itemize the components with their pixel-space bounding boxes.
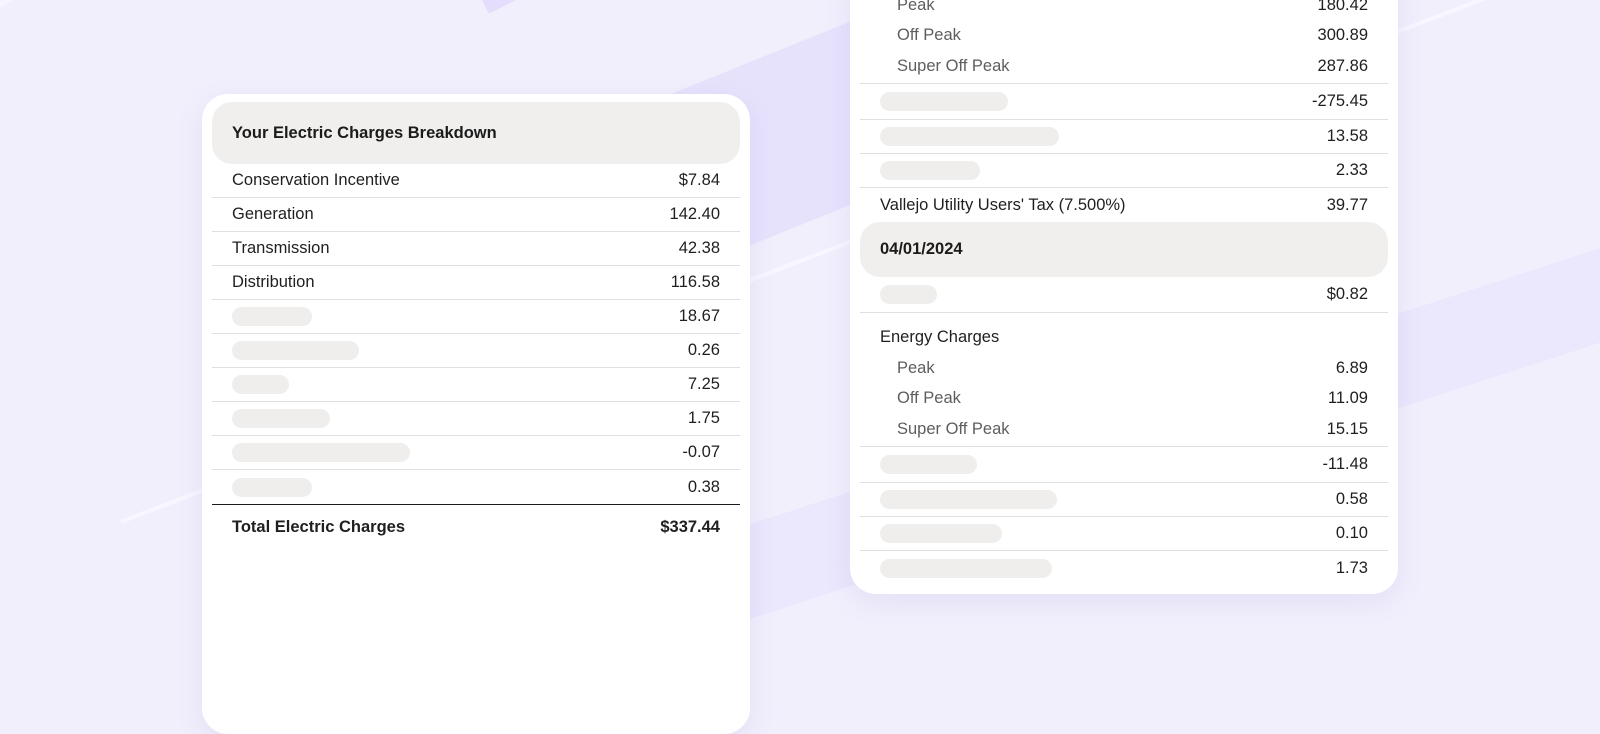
redacted-label-placeholder	[880, 127, 1059, 146]
table-row: Distribution 116.58	[212, 266, 740, 300]
redacted-label-placeholder	[880, 558, 1052, 578]
table-row: $0.82	[860, 277, 1388, 313]
redacted-label-placeholder	[232, 443, 410, 462]
redacted-label-placeholder	[232, 375, 289, 394]
row-label: Off Peak	[897, 388, 961, 407]
table-row: 2.33	[860, 154, 1388, 188]
row-value: $0.82	[1326, 285, 1368, 303]
table-row: Conservation Incentive $7.84	[212, 164, 740, 198]
row-value: 15.15	[1326, 420, 1368, 438]
table-row: 0.26	[212, 334, 740, 368]
row-value: 1.75	[687, 409, 720, 427]
table-row: -11.48	[860, 447, 1388, 483]
row-value: -11.48	[1322, 455, 1368, 473]
row-value: 7.25	[687, 375, 720, 393]
row-value: 42.38	[678, 239, 720, 257]
redacted-label-placeholder	[880, 285, 937, 304]
row-label: Vallejo Utility Users' Tax (7.500%)	[880, 195, 1126, 214]
total-value: $337.44	[660, 518, 720, 536]
table-row: 1.73	[860, 551, 1388, 585]
row-label: Peak	[897, 0, 935, 14]
total-label: Total Electric Charges	[232, 518, 406, 536]
table-row: 0.38	[212, 470, 740, 504]
table-row: -275.45	[860, 84, 1388, 120]
sub-row: Off Peak 11.09	[860, 383, 1388, 413]
table-row: Generation 142.40	[212, 198, 740, 232]
redacted-label-placeholder	[880, 161, 980, 180]
row-value: 0.10	[1335, 524, 1368, 542]
row-value: $7.84	[678, 171, 720, 189]
row-value: 1.73	[1335, 558, 1368, 577]
sub-row: Peak 6.89	[860, 353, 1388, 383]
row-value: 11.09	[1327, 388, 1368, 407]
row-value: 0.58	[1335, 490, 1368, 508]
row-value: 142.40	[669, 205, 720, 223]
redacted-label-placeholder	[232, 477, 312, 497]
row-value: 0.26	[687, 341, 720, 359]
table-row: 7.25	[212, 368, 740, 402]
row-value: 18.67	[678, 307, 720, 325]
date-header: 04/01/2024	[860, 222, 1388, 277]
section-heading: Energy Charges	[860, 313, 1388, 353]
sub-row: Super Off Peak 287.86	[860, 50, 1388, 84]
table-row: -0.07	[212, 436, 740, 470]
row-label: Distribution	[232, 273, 315, 291]
row-value: 180.42	[1317, 0, 1368, 14]
row-label: Transmission	[232, 239, 330, 257]
row-value: 0.38	[687, 477, 720, 496]
background-stripe	[0, 0, 699, 46]
table-row: 0.10	[860, 517, 1388, 551]
row-value: 116.58	[670, 273, 720, 291]
row-label: Super Off Peak	[897, 420, 1010, 438]
redacted-label-placeholder	[880, 92, 1008, 111]
total-row: Total Electric Charges $337.44	[212, 504, 740, 550]
row-value: 13.58	[1326, 127, 1368, 145]
row-value: 39.77	[1326, 195, 1368, 214]
row-label: Super Off Peak	[897, 57, 1010, 75]
row-value: -275.45	[1312, 92, 1368, 110]
row-value: 287.86	[1317, 57, 1368, 75]
table-row: 0.58	[860, 483, 1388, 517]
redacted-label-placeholder	[880, 524, 1002, 543]
billing-period-card: Peak 180.42 Off Peak 300.89 Super Off Pe…	[850, 0, 1398, 594]
row-value: -0.07	[682, 443, 720, 461]
sub-row: Peak 180.42	[860, 0, 1388, 20]
row-value: 300.89	[1317, 25, 1368, 44]
sub-row: Super Off Peak 15.15	[860, 413, 1388, 447]
redacted-label-placeholder	[880, 490, 1057, 509]
row-label: Off Peak	[897, 25, 961, 44]
electric-charges-card: Your Electric Charges Breakdown Conserva…	[202, 94, 750, 734]
table-row: 18.67	[212, 300, 740, 334]
table-row: Vallejo Utility Users' Tax (7.500%) 39.7…	[860, 188, 1388, 222]
row-value: 2.33	[1335, 161, 1368, 179]
redacted-label-placeholder	[880, 455, 977, 474]
section-label: Energy Charges	[880, 328, 1000, 346]
row-value: 6.89	[1335, 358, 1368, 377]
redacted-label-placeholder	[232, 307, 312, 326]
table-row: 1.75	[212, 402, 740, 436]
row-label: Peak	[897, 358, 935, 377]
table-row: Transmission 42.38	[212, 232, 740, 266]
sub-row: Off Peak 300.89	[860, 20, 1388, 50]
row-label: Conservation Incentive	[232, 171, 400, 189]
table-row: 13.58	[860, 120, 1388, 154]
redacted-label-placeholder	[232, 409, 330, 428]
card-title: Your Electric Charges Breakdown	[212, 102, 740, 164]
redacted-label-placeholder	[232, 341, 359, 360]
row-label: Generation	[232, 205, 314, 223]
